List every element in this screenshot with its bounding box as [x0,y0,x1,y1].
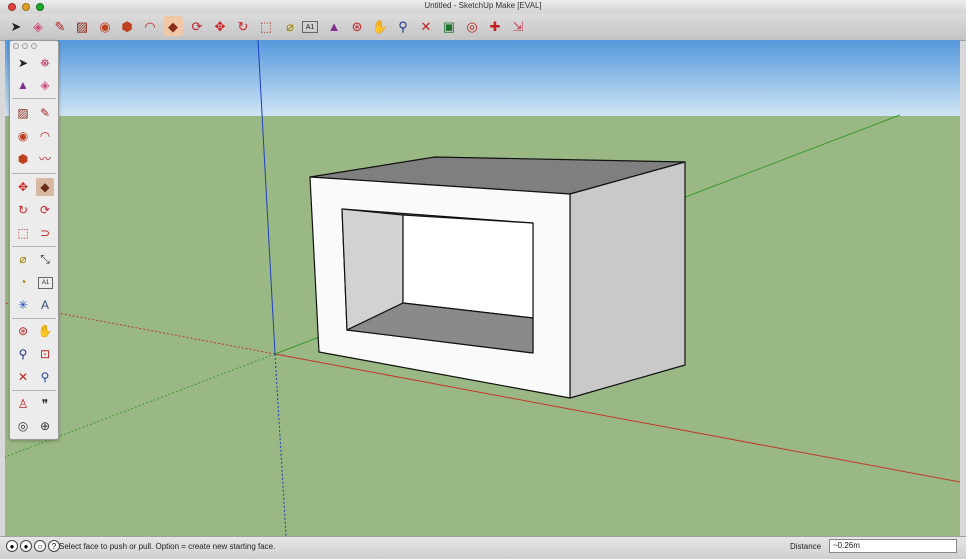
zoom-icon[interactable]: ⚲ [14,345,32,363]
eraser-icon[interactable]: ◈ [28,16,48,36]
palette-minimize-icon[interactable] [22,43,28,49]
follow-me-icon[interactable]: ⟳ [187,16,207,36]
select-icon[interactable]: ➤ [14,54,32,72]
look-around-icon[interactable]: ◎ [462,16,482,36]
status-message: Select face to push or pull. Option = cr… [59,542,276,551]
zoom-extents-icon[interactable]: ✕ [14,368,32,386]
credits-icon[interactable]: ● [20,540,32,552]
geolocation-icon[interactable]: ● [6,540,18,552]
text-icon[interactable]: A1 [302,21,318,33]
zoom-window-icon[interactable]: ⊡ [36,345,54,363]
sky [5,40,960,116]
zoom-extents-icon[interactable]: ✕ [416,16,436,36]
look-around-icon[interactable]: ◎ [14,417,32,435]
orbit-icon[interactable]: ⊛ [347,16,367,36]
palette-divider [12,318,56,319]
select-icon[interactable]: ➤ [6,16,26,36]
move-icon[interactable]: ✥ [14,178,32,196]
dimension-icon[interactable]: ⇲ [508,16,528,36]
push-pull-icon[interactable]: ◆ [163,16,183,36]
freehand-icon[interactable]: 〰 [36,150,54,168]
paint-bucket-icon[interactable]: ▲ [14,76,32,94]
palette-divider [12,173,56,174]
text-icon[interactable]: A1 [38,277,53,289]
title-bar: Untitled - SketchUp Make [EVAL] [0,0,966,14]
rectangle-icon[interactable]: ▨ [72,16,92,36]
rotate-icon[interactable]: ↻ [14,201,32,219]
pencil-icon[interactable]: ✎ [36,104,54,122]
pan-icon[interactable]: ✋ [370,16,390,36]
palette-divider [12,390,56,391]
rotate-icon[interactable]: ↻ [233,16,253,36]
section-plane-icon[interactable]: ⊕ [36,417,54,435]
dimension-icon[interactable]: ⤡ [36,250,54,268]
eraser-icon[interactable]: ◈ [36,76,54,94]
arc-icon[interactable]: ◠ [140,16,160,36]
pencil-icon[interactable]: ✎ [50,16,70,36]
orbit-icon[interactable]: ⊛ [14,322,32,340]
status-bar: ● ● ○ ? Select face to push or pull. Opt… [0,536,966,559]
push-pull-icon[interactable]: ◆ [36,178,54,196]
section-plane-icon[interactable]: ✚ [485,16,505,36]
previous-view-icon[interactable]: ⚲ [36,368,54,386]
circle-icon[interactable]: ◉ [14,127,32,145]
box-right-face [569,161,686,399]
polygon-icon[interactable]: ⬢ [117,16,137,36]
zoom-icon[interactable]: ⚲ [393,16,413,36]
palette-close-icon[interactable] [13,43,19,49]
make-component-icon[interactable]: ⛯ [36,54,54,72]
sign-in-icon[interactable]: ○ [34,540,46,552]
window-title: Untitled - SketchUp Make [EVAL] [424,1,542,10]
move-icon[interactable]: ✥ [210,16,230,36]
pan-icon[interactable]: ✋ [36,322,54,340]
axes-icon[interactable]: ✳ [14,296,32,314]
tool-palette: ➤ ⛯ ▲ ◈ ▨ ✎ ◉ ◠ ⬢ 〰 ✥ ◆ ↻ ⟳ ⬚ ⊃ ⌀ ⤡ ◔ A1… [9,40,59,440]
position-camera-icon[interactable]: ▣ [439,16,459,36]
protractor-icon[interactable]: ◔ [14,273,32,291]
polygon-icon[interactable]: ⬢ [14,150,32,168]
scale-icon[interactable]: ⬚ [256,16,276,36]
scale-icon[interactable]: ⬚ [14,224,32,242]
tape-measure-icon[interactable]: ⌀ [280,16,300,36]
palette-zoom-icon[interactable] [31,43,37,49]
3d-text-icon[interactable]: A [36,296,54,314]
measurements-field[interactable]: ~0.26m [829,539,957,553]
modeling-viewport[interactable] [5,40,960,536]
main-toolbar: ➤ ◈ ✎ ▨ ◉ ⬢ ◠ ◆ ⟳ ✥ ↻ ⬚ ⌀ A1 ▲ ⊛ ✋ ⚲ ✕ ▣… [0,14,966,41]
rectangle-icon[interactable]: ▨ [14,104,32,122]
follow-me-icon[interactable]: ⟳ [36,201,54,219]
palette-divider [12,98,56,99]
paint-bucket-icon[interactable]: ▲ [324,16,344,36]
offset-icon[interactable]: ⊃ [36,224,54,242]
circle-icon[interactable]: ◉ [95,16,115,36]
palette-divider [12,246,56,247]
tape-measure-icon[interactable]: ⌀ [14,250,32,268]
opening-back-wall [402,214,534,319]
walk-icon[interactable]: ❞ [36,395,54,413]
arc-icon[interactable]: ◠ [36,127,54,145]
scene-canvas[interactable] [5,40,960,536]
measurements-label: Distance [790,542,822,551]
position-camera-icon[interactable]: ♙ [14,395,32,413]
